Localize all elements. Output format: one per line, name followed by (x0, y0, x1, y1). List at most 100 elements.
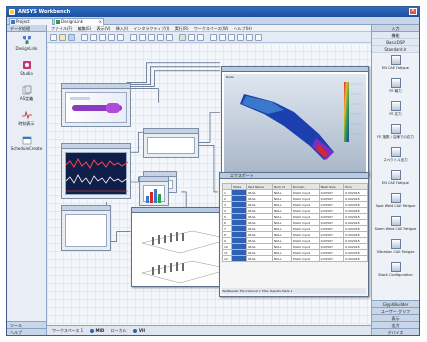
table-cell: NULL (246, 255, 273, 262)
close-icon[interactable]: ✕ (409, 8, 417, 15)
application-window: ANSYS Workbench ✕ Project DesignLink × デ… (6, 6, 420, 336)
status-vii[interactable]: VII (132, 328, 145, 333)
tab-project[interactable]: Project (9, 18, 53, 25)
right-palette-section-functions[interactable]: 機能 (372, 32, 419, 39)
stop-icon[interactable] (210, 34, 217, 41)
3d-viewport[interactable]: Node (224, 74, 366, 173)
pause-icon[interactable] (197, 34, 204, 41)
palette-item-fe-index[interactable]: FE 指数 / 沿線での応力 (372, 124, 419, 145)
paste-icon[interactable] (117, 34, 124, 41)
app-logo-icon (9, 9, 15, 15)
palette-item-en-cae-fatigue[interactable]: EN CAE Fatigue (372, 55, 419, 76)
last-icon[interactable] (246, 34, 253, 41)
fatigue-icon (390, 170, 401, 180)
menu-file[interactable]: ファイル(F) (51, 26, 72, 31)
workflow-canvas[interactable]: Node エクスポート Node Nod Name Nom Id Domain … (47, 43, 371, 325)
palette-item-label: FE 軸力 (389, 89, 402, 93)
save-icon[interactable] (68, 34, 75, 41)
output-block[interactable] (61, 205, 111, 251)
run-icon[interactable] (179, 34, 186, 41)
results-table-window[interactable]: エクスポート Node Nod Name Nom Id Domain Mesh Size… (219, 172, 369, 297)
viewport-caption: Node (226, 75, 234, 79)
menu-insert[interactable]: 挿入(I) (116, 26, 128, 31)
right-display-tab[interactable]: 表示 (372, 314, 419, 321)
palette-item-studio[interactable]: Studio (7, 60, 46, 82)
palette-item-schedule[interactable]: ScheduleCreate (7, 135, 46, 157)
new-icon[interactable] (50, 34, 57, 41)
status-local[interactable]: ローカル (111, 328, 127, 333)
right-user-glyph-tab[interactable]: ユーザー グリフ (372, 307, 419, 314)
previous-icon[interactable] (228, 34, 235, 41)
right-device-tab[interactable]: デバイス (372, 328, 419, 335)
export-icon[interactable] (255, 34, 262, 41)
block-header (144, 129, 198, 134)
block-body (143, 185, 165, 203)
status-vii-label: VII (138, 328, 145, 333)
menu-run[interactable]: 実行(R) (175, 26, 189, 31)
schedule-icon (22, 136, 31, 145)
step-icon[interactable] (188, 34, 195, 41)
status-workspace[interactable]: ワークスペース 1 (52, 328, 83, 333)
next-icon[interactable] (237, 34, 244, 41)
histogram-block[interactable] (139, 176, 169, 206)
table-cell (231, 255, 248, 262)
settings-icon[interactable] (166, 34, 173, 41)
menu-edit[interactable]: 編集(E) (78, 26, 92, 31)
menu-bar: ファイル(F) 編集(E) 表示(V) 挿入(I) インタラクティブ(I) 実行… (47, 25, 371, 32)
block-preview (65, 92, 127, 123)
palette-item-spectrum[interactable]: スペクトル出力 (372, 147, 419, 168)
mesh-input-block[interactable] (61, 83, 131, 127)
block-header (62, 144, 130, 149)
table-row[interactable]: 12 NULL NULL Static Input 0.00567 0.002918 (221, 255, 368, 262)
status-bar: ワークスペース 1 MID ローカル VII (47, 325, 371, 335)
fit-icon[interactable] (148, 34, 155, 41)
cut-icon[interactable] (99, 34, 106, 41)
right-glyphbuilder-tab[interactable]: GlyphBuilder (372, 300, 419, 307)
menu-help[interactable]: ヘルプ(H) (234, 26, 252, 31)
palette-item-seam-weld[interactable]: Seam Weld CAE Fatigue (372, 216, 419, 237)
first-icon[interactable] (219, 34, 226, 41)
palette-item-stack[interactable]: Stack Configuration (372, 262, 419, 283)
redo-icon[interactable] (90, 34, 97, 41)
palette-item-as[interactable]: AS定義 (7, 85, 46, 107)
zoom-in-icon[interactable] (130, 34, 137, 41)
vibration-icon (390, 239, 401, 249)
palette-item-en-cae-fatigue-2[interactable]: EN CAE Fatigue (372, 170, 419, 191)
block-header (62, 206, 110, 211)
palette-item-time[interactable]: 時刻表示 (7, 110, 46, 132)
table-status: TextReader File Channel 1 Title: Results… (222, 288, 366, 294)
pulse-icon (21, 110, 32, 120)
tab-project-label: Project (16, 19, 30, 24)
status-mid[interactable]: MID (89, 328, 104, 333)
right-palette-header: 入力 (372, 25, 419, 32)
left-tools-tab[interactable]: ツール (7, 321, 46, 328)
zoom-out-icon[interactable] (139, 34, 146, 41)
left-help-tab[interactable]: ヘルプ (7, 328, 46, 335)
fatigue-icon (390, 55, 401, 65)
right-palette-section-basicdsp[interactable]: BasicDSP (372, 39, 419, 46)
window-title: ANSYS Workbench (18, 9, 71, 15)
palette-item-label: ScheduleCreate (10, 146, 43, 151)
open-icon[interactable] (59, 34, 66, 41)
right-output-tab[interactable]: 出力 (372, 321, 419, 328)
menu-interactive[interactable]: インタラクティブ(I) (133, 26, 169, 31)
menu-view[interactable]: 表示(V) (97, 26, 111, 31)
palette-item-fe-axial[interactable]: FE 軸力 (372, 78, 419, 99)
palette-item-label: Vibration CAE Fatigue (376, 250, 415, 254)
right-palette-section-standard[interactable]: Standard.Ir (372, 46, 419, 53)
time-signal-block[interactable] (61, 143, 131, 199)
palette-item-spot-weld[interactable]: Spot Weld CAE Fatigue (372, 193, 419, 214)
right-palette: 入力 機能 BasicDSP Standard.Ir EN CAE Fatigu… (371, 25, 419, 335)
menu-workspace[interactable]: ワークスペース(W) (194, 26, 228, 31)
fatigue-analysis-block[interactable] (143, 128, 199, 158)
palette-item-designlink[interactable]: DesignLink (7, 35, 46, 57)
palette-item-fe-stress[interactable]: FE 応力 (372, 101, 419, 122)
palette-item-vibration[interactable]: Vibration CAE Fatigue (372, 239, 419, 260)
contour-plot-window[interactable]: Node (221, 66, 369, 176)
copy-icon[interactable] (108, 34, 115, 41)
waveform-icon (65, 157, 129, 192)
tab-designlink[interactable]: DesignLink × (54, 18, 104, 25)
undo-icon[interactable] (81, 34, 88, 41)
grid-icon[interactable] (157, 34, 164, 41)
designlink-icon (56, 20, 60, 24)
